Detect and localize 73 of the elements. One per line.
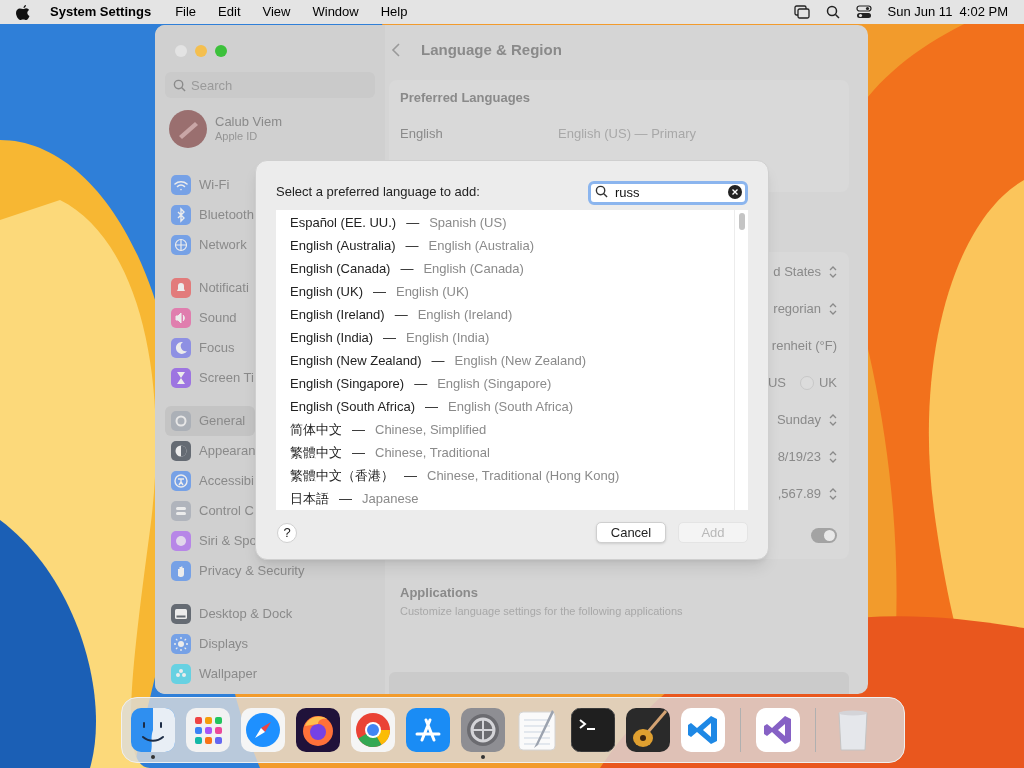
menu-item[interactable]: View xyxy=(262,2,291,22)
radio-label: UK xyxy=(818,373,837,392)
guitar-icon[interactable] xyxy=(626,708,670,752)
language-name: English xyxy=(400,124,444,143)
dock-icon xyxy=(171,604,191,624)
help-button[interactable]: ? xyxy=(277,522,297,543)
gear-icon xyxy=(171,411,191,431)
app-store-icon[interactable] xyxy=(406,708,450,752)
search-icon xyxy=(173,79,186,92)
app-menu[interactable]: System Settings xyxy=(50,2,152,22)
menu-item[interactable]: Edit xyxy=(218,2,241,22)
avatar[interactable] xyxy=(169,110,207,148)
menu-item[interactable]: Help xyxy=(380,2,408,22)
sound-icon xyxy=(171,308,191,328)
bluetooth-icon xyxy=(171,205,191,225)
infinity-ribbon-icon[interactable] xyxy=(756,708,800,752)
profile-name: Calub Viem xyxy=(215,114,282,131)
moon-icon xyxy=(171,338,191,358)
fox-globe-icon[interactable] xyxy=(296,708,340,752)
back-icon[interactable] xyxy=(391,42,401,58)
language-row[interactable]: English (Ireland) — English (Ireland) xyxy=(290,303,734,326)
window-title: Language & Region xyxy=(421,39,562,60)
toggle-switch[interactable] xyxy=(811,527,837,543)
section-heading: Preferred Languages xyxy=(400,89,532,107)
toggles-icon xyxy=(171,501,191,521)
screens-icon[interactable] xyxy=(793,5,810,19)
apple-icon[interactable] xyxy=(16,4,30,20)
language-search-field[interactable]: russ xyxy=(588,180,748,205)
language-row[interactable]: English (New Zealand) — English (New Zealand) xyxy=(290,349,734,372)
dialog-prompt: Select a preferred language to add: xyxy=(276,183,480,202)
language-row[interactable]: English (UK) — English (UK) xyxy=(290,280,734,303)
up-down-chevron-icon xyxy=(829,487,837,500)
up-down-chevron-icon xyxy=(829,413,837,426)
section-heading: Applications xyxy=(400,584,479,602)
menu-item[interactable]: Window xyxy=(312,2,359,22)
person-icon xyxy=(171,471,191,491)
clock[interactable]: Sun Jun 11 4:02 PM xyxy=(887,2,1008,22)
language-row[interactable]: English (Australia) — English (Australia) xyxy=(290,234,734,257)
radio-label: US xyxy=(767,373,786,392)
code-editor-icon[interactable] xyxy=(681,708,725,752)
bell-icon xyxy=(171,278,191,298)
up-down-chevron-icon xyxy=(829,302,837,315)
value-text: renheit (°F) xyxy=(771,336,837,355)
chrome-wheel-icon[interactable] xyxy=(351,708,395,752)
clear-icon[interactable] xyxy=(728,185,742,199)
language-row[interactable]: English (Singapore) — English (Singapore) xyxy=(290,372,734,395)
language-row[interactable]: 繁體中文（香港） — Chinese, Traditional (Hong Kong) xyxy=(290,464,734,487)
language-row[interactable]: English (Canada) — English (Canada) xyxy=(290,257,734,280)
language-row[interactable]: Español (EE. UU.) — Spanish (US) xyxy=(290,211,734,234)
toggles-icon[interactable] xyxy=(855,5,872,19)
gear-icon[interactable] xyxy=(461,708,505,752)
language-row[interactable]: English (India) — English (India) xyxy=(290,326,734,349)
language-row[interactable]: 简体中文 — Chinese, Simplified xyxy=(290,418,734,441)
flower-icon xyxy=(171,664,191,684)
language-row[interactable]: English (South Africa) — English (South Africa) xyxy=(290,395,734,418)
search-icon xyxy=(595,185,608,198)
terminal-icon[interactable] xyxy=(571,708,615,752)
language-row[interactable]: 日本語 — Japanese xyxy=(290,487,734,510)
search-icon[interactable] xyxy=(825,5,840,19)
profile-subtitle: Apple ID xyxy=(215,130,259,144)
finder-face-icon[interactable] xyxy=(131,708,175,752)
wifi-icon xyxy=(171,175,191,195)
scroll-bar[interactable] xyxy=(734,210,748,510)
compass-icon[interactable] xyxy=(241,708,285,752)
app-grid-icon[interactable] xyxy=(186,708,230,752)
up-down-chevron-icon xyxy=(829,265,837,278)
language-row[interactable]: 繁體中文 — Chinese, Traditional xyxy=(290,441,734,464)
sun-icon xyxy=(171,634,191,654)
up-down-chevron-icon xyxy=(829,450,837,463)
globe-icon xyxy=(171,235,191,255)
menu-item[interactable]: File xyxy=(175,2,197,22)
hourglass-icon xyxy=(171,368,191,388)
dialog-button[interactable]: Cancel xyxy=(596,522,666,543)
